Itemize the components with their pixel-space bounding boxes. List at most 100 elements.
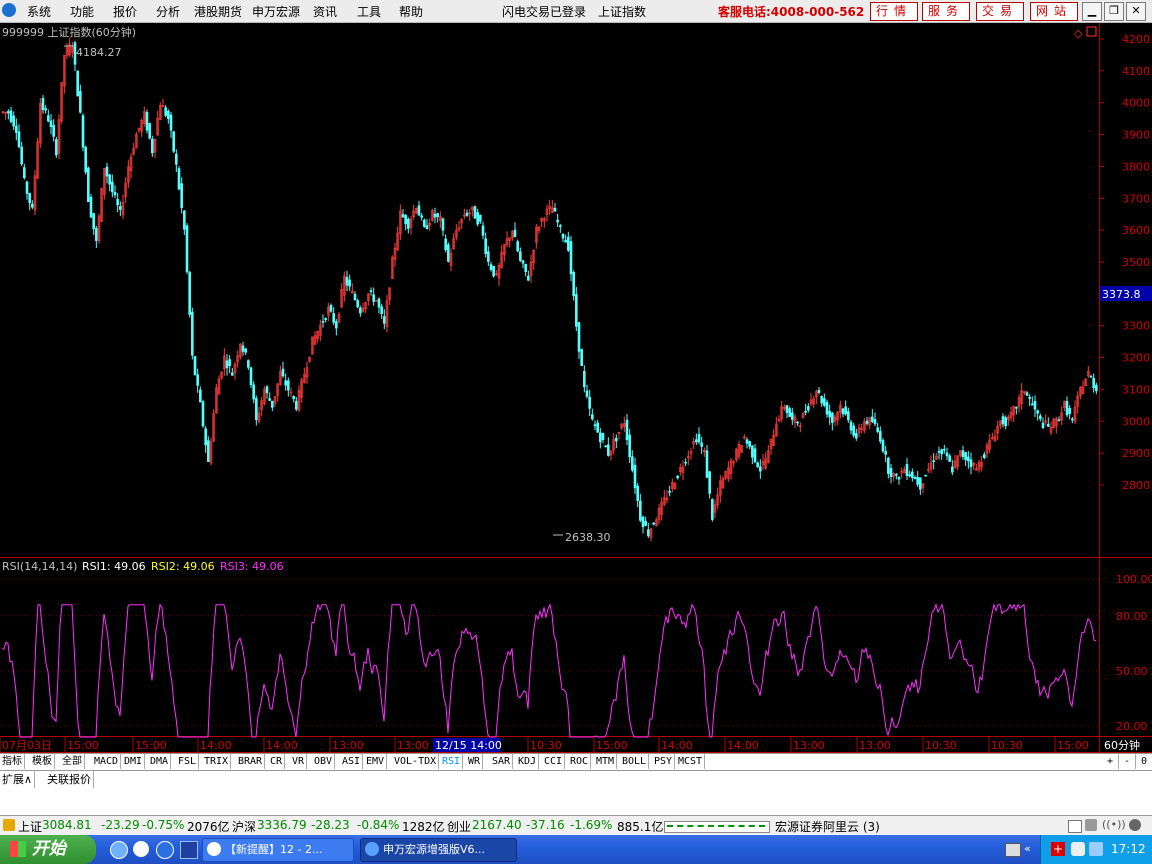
candle-body — [420, 215, 423, 218]
menu-analysis[interactable]: 分析 — [156, 3, 180, 20]
task-forum[interactable]: 【新提醒】12 - 2... — [202, 838, 354, 862]
menu-tools[interactable]: 工具 — [357, 3, 381, 20]
indicator-tab-rsi[interactable]: RSI — [440, 754, 464, 769]
indicator-tab-wr[interactable]: WR — [466, 754, 484, 769]
candle-body — [49, 120, 53, 128]
indicator-tab-macd[interactable]: MACD — [92, 754, 122, 769]
gear-icon[interactable] — [1085, 819, 1097, 831]
candle-body — [89, 196, 93, 218]
service-button[interactable]: 服务 — [922, 2, 970, 21]
zoom-out-button[interactable]: - — [1119, 754, 1136, 769]
restore-icon[interactable]: ❐ — [1104, 2, 1124, 21]
app-icon[interactable] — [2, 3, 16, 17]
browser2-icon[interactable] — [156, 841, 174, 859]
candle-body — [108, 174, 111, 185]
expand-button[interactable]: 扩展∧ — [0, 771, 36, 788]
menu-function[interactable]: 功能 — [70, 3, 94, 20]
indicator-tab-cci[interactable]: CCI — [542, 754, 566, 769]
menu-swhy[interactable]: 申万宏源 — [252, 3, 300, 20]
chart-title: 999999 上证指数(60分钟) — [2, 25, 136, 39]
browser-icon[interactable] — [133, 841, 149, 857]
extension-bar: 扩展∧ 关联报价 — [0, 770, 1152, 790]
start-button[interactable]: 开始 — [0, 835, 96, 864]
indicator-tab-brar[interactable]: BRAR — [236, 754, 266, 769]
indicator-tab-kdj[interactable]: KDJ — [516, 754, 540, 769]
candle-body — [292, 395, 295, 400]
zoom-in-button[interactable]: + — [1102, 754, 1119, 769]
sh-name[interactable]: 上证 — [18, 818, 42, 835]
indicator-tab-vol-tdx[interactable]: VOL-TDX — [392, 754, 440, 769]
cy-volume: 885.1亿 — [617, 820, 664, 834]
diamond-icon[interactable]: ◇ — [1074, 27, 1083, 40]
cy-name[interactable]: 创业 — [447, 818, 471, 835]
related-quote-button[interactable]: 关联报价 — [45, 771, 94, 788]
tray-volume-icon[interactable] — [1071, 842, 1085, 856]
candle-body — [345, 277, 349, 286]
hs-name[interactable]: 沪深 — [232, 818, 256, 835]
menu-quote[interactable]: 报价 — [113, 3, 137, 20]
candle-body — [644, 520, 647, 526]
indicator-tab-fsl[interactable]: FSL — [176, 754, 200, 769]
indicator-tab-obv[interactable]: OBV — [312, 754, 336, 769]
indicator-tab-全部[interactable]: 全部 — [60, 754, 85, 769]
candle-body — [1041, 422, 1045, 428]
tray-app-icon[interactable]: + — [1051, 842, 1065, 856]
indicator-tab-boll[interactable]: BOLL — [620, 754, 650, 769]
signal-icon[interactable]: ((•)) — [1102, 819, 1126, 831]
candle-body — [849, 421, 853, 431]
indicator-tab-cr[interactable]: CR — [268, 754, 286, 769]
indicator-tab-roc[interactable]: ROC — [568, 754, 592, 769]
candle-body — [887, 457, 890, 474]
task-swhy[interactable]: 申万宏源增强版V6... — [360, 838, 517, 862]
candle-body — [876, 427, 879, 432]
price-tick-label: 3500 — [1122, 256, 1150, 269]
indicator-tab-mcst[interactable]: MCST — [676, 754, 706, 769]
menu-info[interactable]: 资讯 — [313, 3, 337, 20]
candle-body — [335, 321, 338, 329]
candle-body — [575, 294, 578, 327]
indicator-tab-dma[interactable]: DMA — [148, 754, 172, 769]
window-icon[interactable] — [1086, 26, 1097, 37]
task-swhy-label: 申万宏源增强版V6... — [383, 843, 486, 856]
lock-status-icon[interactable] — [1129, 819, 1141, 831]
candle-body — [961, 450, 965, 458]
candle-body — [1071, 418, 1074, 421]
indicator-tab-vr[interactable]: VR — [290, 754, 308, 769]
ie-icon[interactable] — [110, 841, 128, 859]
menu-help[interactable]: 帮助 — [399, 3, 423, 20]
indicator-tab-mtm[interactable]: MTM — [594, 754, 618, 769]
candle-body — [84, 146, 87, 173]
candle-body — [585, 390, 589, 397]
period-label[interactable]: 60分钟 — [1104, 738, 1140, 752]
website-button[interactable]: 网站 — [1030, 2, 1078, 21]
quote-button[interactable]: 行情 — [870, 2, 918, 21]
hs-volume: 1282亿 — [402, 820, 445, 834]
note-icon[interactable] — [1068, 820, 1082, 833]
candle-body — [852, 425, 855, 436]
indicator-tab-模板[interactable]: 模板 — [30, 754, 55, 769]
menu-system[interactable]: 系统 — [27, 3, 51, 20]
indicator-tab-指标[interactable]: 指标 — [0, 754, 25, 769]
expand-tray-icon[interactable]: « — [1024, 843, 1036, 855]
reset-button[interactable]: 0 — [1136, 754, 1152, 769]
indicator-tab-dmi[interactable]: DMI — [122, 754, 146, 769]
indicator-tab-psy[interactable]: PSY — [652, 754, 676, 769]
indicator-tab-asi[interactable]: ASI — [340, 754, 364, 769]
indicator-tab-trix[interactable]: TRIX — [202, 754, 232, 769]
keyboard-icon[interactable] — [1005, 843, 1021, 857]
candle-body — [207, 440, 210, 462]
minimize-icon[interactable]: ▁ — [1082, 2, 1102, 21]
time-axis: 07月03日 15:00 15:00 14:00 14:00 13:00 13:00 12/1… — [0, 737, 1089, 752]
lock-icon[interactable] — [3, 819, 15, 831]
trade-button[interactable]: 交易 — [976, 2, 1024, 21]
close-icon[interactable]: ✕ — [1126, 2, 1146, 21]
kline-chart: 4200 4100 4000 3900 3800 3700 3600 3500 3300 3200… — [0, 23, 1152, 753]
broker-server[interactable]: 宏源证券阿里云 (3) — [775, 818, 880, 835]
desktop-icon[interactable] — [180, 841, 198, 859]
indicator-tab-emv[interactable]: EMV — [364, 754, 388, 769]
tray-shield-icon[interactable] — [1089, 842, 1103, 856]
indicator-tab-sar[interactable]: SAR — [490, 754, 514, 769]
menu-hk-futures[interactable]: 港股期货 — [194, 3, 242, 20]
candle-body — [193, 356, 197, 375]
candle-body — [359, 307, 362, 314]
